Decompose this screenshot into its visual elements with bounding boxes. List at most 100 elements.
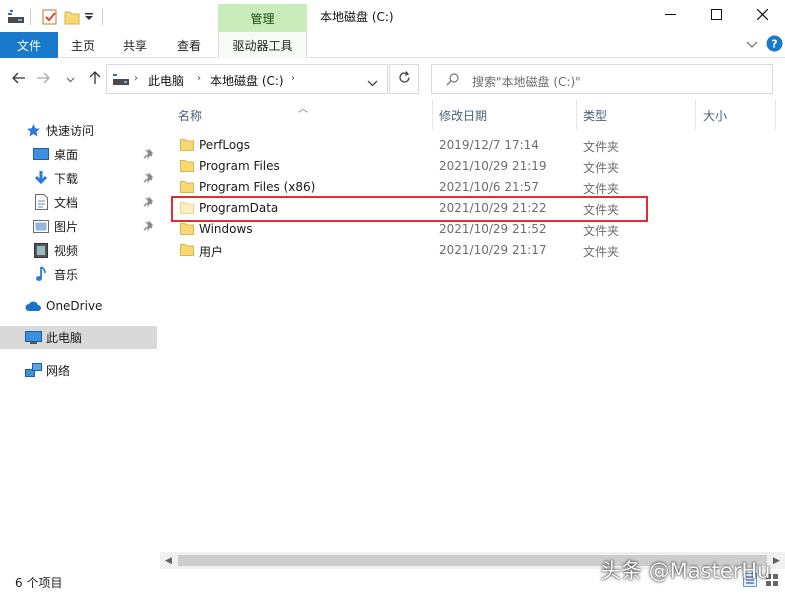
computer-icon bbox=[24, 329, 42, 347]
column-header-date[interactable]: 修改日期 bbox=[439, 100, 487, 130]
document-icon bbox=[32, 193, 50, 211]
sidebar-item-videos[interactable]: 视频 bbox=[0, 239, 157, 261]
search-box[interactable]: 搜索"本地磁盘 (C:)" bbox=[431, 64, 773, 94]
table-row[interactable]: Program Files 2021/10/29 21:19 文件夹 bbox=[170, 156, 778, 177]
file-type: 文件夹 bbox=[583, 224, 620, 238]
navigation-pane: 快速访问 桌面 下载 文档 图片 视频 音乐 OneDrive 此电脑 网络 bbox=[0, 100, 160, 566]
desktop-icon bbox=[32, 145, 50, 163]
file-date: 2021/10/29 21:19 bbox=[439, 159, 547, 173]
file-date: 2021/10/6 21:57 bbox=[439, 180, 539, 194]
column-header-type[interactable]: 类型 bbox=[583, 100, 607, 130]
column-divider[interactable] bbox=[695, 100, 696, 130]
video-icon bbox=[32, 241, 50, 259]
tab-share[interactable]: 共享 bbox=[123, 32, 147, 58]
column-divider[interactable] bbox=[775, 100, 776, 130]
address-history-dropdown[interactable] bbox=[367, 76, 378, 90]
watermark: 头条 @MasterHu bbox=[600, 559, 771, 583]
chevron-right-icon: › bbox=[197, 73, 201, 84]
sidebar-item-this-pc[interactable]: 此电脑 bbox=[0, 326, 157, 349]
file-type: 文件夹 bbox=[583, 140, 620, 154]
arrow-right-icon bbox=[36, 72, 50, 87]
arrow-left-icon bbox=[12, 72, 26, 87]
file-date: 2021/10/29 21:52 bbox=[439, 222, 547, 236]
refresh-icon bbox=[398, 71, 411, 87]
sidebar-item-pictures[interactable]: 图片 bbox=[0, 215, 157, 237]
folder-icon bbox=[180, 180, 196, 194]
maximize-button[interactable] bbox=[693, 0, 739, 32]
chevron-down-icon bbox=[746, 38, 758, 52]
divider bbox=[102, 8, 103, 26]
new-folder-icon[interactable] bbox=[64, 8, 80, 26]
sidebar-item-label: 图片 bbox=[54, 219, 79, 234]
tab-home[interactable]: 主页 bbox=[71, 32, 95, 58]
folder-icon bbox=[180, 138, 196, 152]
pin-icon[interactable] bbox=[141, 219, 155, 233]
sidebar-item-quick-access[interactable]: 快速访问 bbox=[0, 119, 157, 141]
picture-icon bbox=[32, 217, 50, 235]
table-row[interactable]: Windows 2021/10/29 21:52 文件夹 bbox=[170, 219, 778, 240]
manage-context-tab[interactable]: 管理 bbox=[218, 4, 307, 32]
item-count: 6 个项目 bbox=[15, 576, 63, 590]
properties-icon[interactable] bbox=[42, 8, 58, 26]
breadcrumb-this-pc[interactable]: 此电脑 bbox=[148, 72, 184, 89]
folder-icon bbox=[180, 159, 196, 173]
sidebar-item-label: 桌面 bbox=[54, 147, 79, 162]
column-divider[interactable] bbox=[576, 100, 577, 130]
customize-toolbar-icon[interactable] bbox=[84, 8, 94, 26]
file-list: ︿ 名称 修改日期 类型 大小 PerfLogs 2019/12/7 17:14… bbox=[160, 100, 785, 566]
close-button[interactable] bbox=[739, 0, 785, 32]
sidebar-item-label: 下载 bbox=[54, 171, 79, 186]
pin-icon[interactable] bbox=[141, 171, 155, 185]
file-name: Program Files (x86) bbox=[199, 180, 316, 194]
column-header-size[interactable]: 大小 bbox=[703, 100, 727, 130]
annotation-highlight-box bbox=[171, 196, 648, 222]
back-button[interactable] bbox=[10, 70, 28, 88]
sidebar-item-label: 此电脑 bbox=[46, 331, 83, 345]
sidebar-item-music[interactable]: 音乐 bbox=[0, 263, 157, 285]
scroll-left-arrow[interactable]: ◀ bbox=[160, 552, 177, 569]
sidebar-item-documents[interactable]: 文档 bbox=[0, 191, 157, 213]
sidebar-item-onedrive[interactable]: OneDrive bbox=[0, 295, 157, 317]
ribbon-tabs: 文件 主页 共享 查看 驱动器工具 ? bbox=[0, 32, 785, 58]
table-row[interactable]: 用户 2021/10/29 21:17 文件夹 bbox=[170, 240, 778, 261]
column-header-name[interactable]: 名称 bbox=[178, 100, 202, 130]
pin-icon[interactable] bbox=[141, 195, 155, 209]
minimize-button[interactable] bbox=[647, 0, 693, 32]
pin-icon[interactable] bbox=[141, 147, 155, 161]
column-divider[interactable] bbox=[432, 100, 433, 130]
up-button[interactable] bbox=[86, 70, 104, 88]
file-name: Program Files bbox=[199, 159, 280, 173]
sidebar-item-downloads[interactable]: 下载 bbox=[0, 167, 157, 189]
address-bar[interactable]: › 此电脑 › 本地磁盘 (C:) › bbox=[106, 64, 388, 94]
chevron-right-icon: › bbox=[291, 73, 295, 84]
music-icon bbox=[32, 265, 50, 283]
refresh-button[interactable] bbox=[389, 64, 419, 94]
file-type: 文件夹 bbox=[583, 245, 620, 259]
tab-drive-tools[interactable]: 驱动器工具 bbox=[218, 32, 307, 58]
file-date: 2019/12/7 17:14 bbox=[439, 138, 539, 152]
sidebar-item-label: 视频 bbox=[54, 243, 79, 258]
file-date: 2021/10/29 21:17 bbox=[439, 243, 547, 257]
search-icon bbox=[446, 73, 459, 89]
tab-view[interactable]: 查看 bbox=[177, 32, 201, 58]
explorer-icon[interactable] bbox=[8, 8, 24, 26]
table-row[interactable]: PerfLogs 2019/12/7 17:14 文件夹 bbox=[170, 135, 778, 156]
close-icon bbox=[756, 8, 768, 23]
divider bbox=[30, 8, 31, 26]
tab-file[interactable]: 文件 bbox=[0, 32, 58, 58]
sidebar-item-network[interactable]: 网络 bbox=[0, 359, 157, 381]
recent-locations-button[interactable] bbox=[64, 70, 76, 88]
help-icon: ? bbox=[766, 35, 783, 55]
sidebar-item-desktop[interactable]: 桌面 bbox=[0, 143, 157, 165]
table-row[interactable]: Program Files (x86) 2021/10/6 21:57 文件夹 bbox=[170, 177, 778, 198]
help-button[interactable]: ? bbox=[765, 35, 783, 55]
window-title: 本地磁盘 (C:) bbox=[320, 10, 394, 24]
expand-ribbon-button[interactable] bbox=[744, 36, 760, 54]
title-bar: 管理 本地磁盘 (C:) bbox=[0, 0, 785, 32]
breadcrumb-local-disk[interactable]: 本地磁盘 (C:) bbox=[210, 72, 284, 89]
file-type: 文件夹 bbox=[583, 182, 620, 196]
folder-icon bbox=[180, 243, 196, 257]
file-type: 文件夹 bbox=[583, 161, 620, 175]
forward-button[interactable] bbox=[34, 70, 52, 88]
sidebar-item-label: 文档 bbox=[54, 195, 79, 210]
